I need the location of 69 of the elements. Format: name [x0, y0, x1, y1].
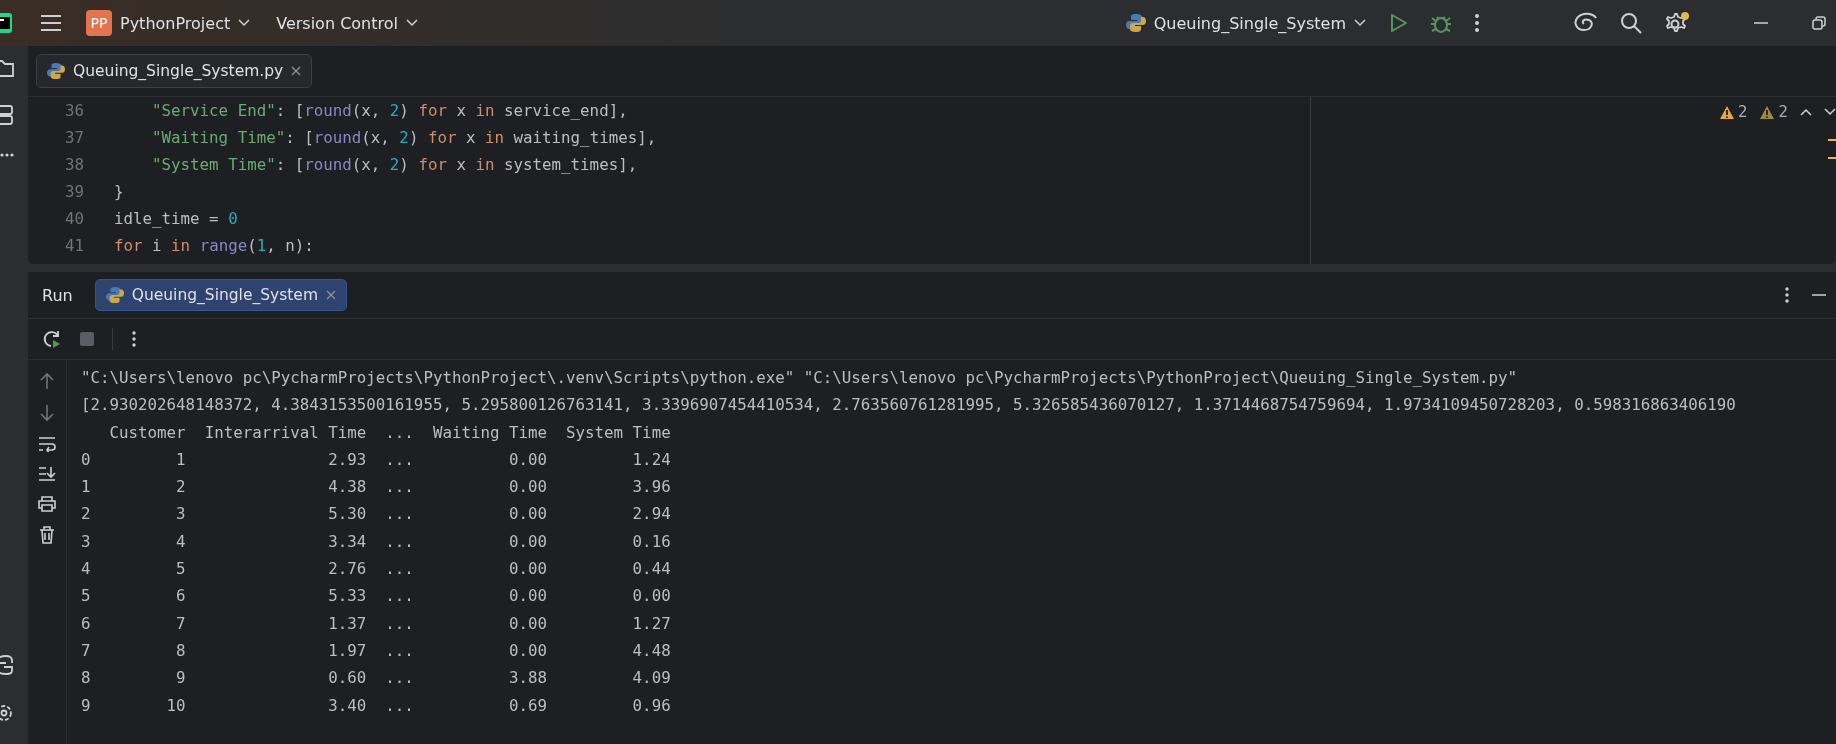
code-line: }: [114, 182, 124, 201]
console-line: 6 7 1.37 ... 0.00 1.27: [81, 612, 672, 635]
line-number: 39: [63, 182, 85, 201]
project-selector[interactable]: PP PythonProject: [84, 6, 253, 40]
console-line: 4 5 2.76 ... 0.00 0.44: [81, 558, 672, 581]
code-line: for i in range(1, n):: [114, 236, 314, 255]
spiral-icon[interactable]: [1574, 12, 1598, 34]
python-icon: [47, 62, 65, 80]
python-icon: [105, 286, 124, 304]
line-number: 41: [63, 236, 85, 255]
services-icon[interactable]: [0, 702, 14, 724]
settings-icon[interactable]: [1664, 11, 1690, 35]
structure-icon[interactable]: [0, 104, 14, 126]
console-line: 8 9 0.60 ... 3.88 4.09: [81, 667, 672, 690]
panel-title: Run: [42, 285, 73, 305]
code-line: "Waiting Time": [round(x, 2) for x in waiting_times],: [151, 128, 657, 147]
console-line: 7 8 1.97 ... 0.00 4.48: [81, 639, 672, 662]
warning-count[interactable]: 2: [1759, 103, 1788, 121]
app-logo-icon: [0, 11, 14, 35]
console-line: Customer Interarrival Time ... Waiting Time System Time: [108, 421, 672, 444]
chevron-down-icon: [238, 19, 251, 27]
more-icon[interactable]: [1474, 13, 1480, 33]
scroll-to-end-icon[interactable]: [38, 466, 56, 482]
line-number: 40: [63, 209, 85, 228]
more-icon[interactable]: [1784, 286, 1790, 304]
warning-count[interactable]: 2: [1718, 103, 1748, 121]
run-tab[interactable]: Queuing_Single_System: [94, 279, 347, 311]
console-line: 0 1 2.93 ... 0.00 1.24: [81, 448, 672, 471]
arrow-down-icon[interactable]: [40, 404, 54, 422]
run-icon[interactable]: [1390, 13, 1408, 33]
code-line: "System Time": [round(x, 2) for x in system_times],: [151, 155, 638, 174]
code-line: idle_time = 0: [114, 209, 238, 228]
minimize-icon[interactable]: [1812, 293, 1826, 297]
more-icon[interactable]: [0, 152, 14, 158]
rerun-icon[interactable]: [42, 329, 62, 349]
line-number: 37: [63, 128, 85, 147]
python-icon: [1125, 13, 1146, 33]
chevron-up-icon[interactable]: [1800, 108, 1812, 116]
close-icon[interactable]: [326, 290, 336, 300]
console-line: 5 6 5.33 ... 0.00 0.00: [81, 585, 672, 608]
console-line: 9 10 3.40 ... 0.69 0.96: [81, 694, 672, 717]
version-control-menu[interactable]: Version Control: [274, 9, 420, 37]
console-line: [2.930202648148372, 4.3843153500161955, 5.295800126763141, 3.3396907454410534, 2.763560761281995, 5.326585436070127, 1.3714468754759694, 1.9734109450728203, 0.598316863406190: [81, 394, 1736, 417]
menu-icon[interactable]: [40, 14, 62, 32]
close-icon[interactable]: [291, 66, 302, 76]
soft-wrap-icon[interactable]: [38, 436, 56, 452]
run-configuration-selector[interactable]: Queuing_Single_System: [1123, 9, 1368, 37]
more-icon[interactable]: [131, 330, 137, 348]
console-line: 1 2 4.38 ... 0.00 3.96: [81, 476, 672, 499]
arrow-up-icon[interactable]: [40, 372, 54, 390]
search-icon[interactable]: [1620, 12, 1642, 34]
chevron-down-icon: [405, 19, 418, 27]
trash-icon[interactable]: [39, 526, 55, 544]
line-number: 38: [63, 155, 85, 174]
console-line: "C:\Users\lenovo pc\PycharmProjects\PythonProject\.venv\Scripts\python.exe" "C:\Users\lenovo pc\PycharmProjects\PythonProject\Queuing_Single_System.py": [81, 367, 1519, 389]
console-line: 2 3 5.30 ... 0.00 2.94: [81, 503, 672, 526]
python-console-icon[interactable]: [0, 654, 14, 676]
print-icon[interactable]: [38, 496, 56, 512]
chevron-down-icon[interactable]: [1824, 108, 1836, 116]
code-line: "Service End": [round(x, 2) for x in service_end],: [151, 101, 628, 120]
folder-icon[interactable]: [0, 58, 14, 78]
restore-icon[interactable]: [1812, 16, 1826, 30]
file-tab[interactable]: Queuing_Single_System.py: [36, 54, 313, 88]
minimize-icon[interactable]: [1754, 21, 1768, 25]
warning-icon: [1718, 104, 1735, 120]
line-number: 36: [63, 101, 85, 120]
warning-icon: [1759, 104, 1776, 120]
chevron-down-icon: [1354, 19, 1366, 27]
console-line: 3 4 3.34 ... 0.00 0.16: [81, 530, 672, 553]
